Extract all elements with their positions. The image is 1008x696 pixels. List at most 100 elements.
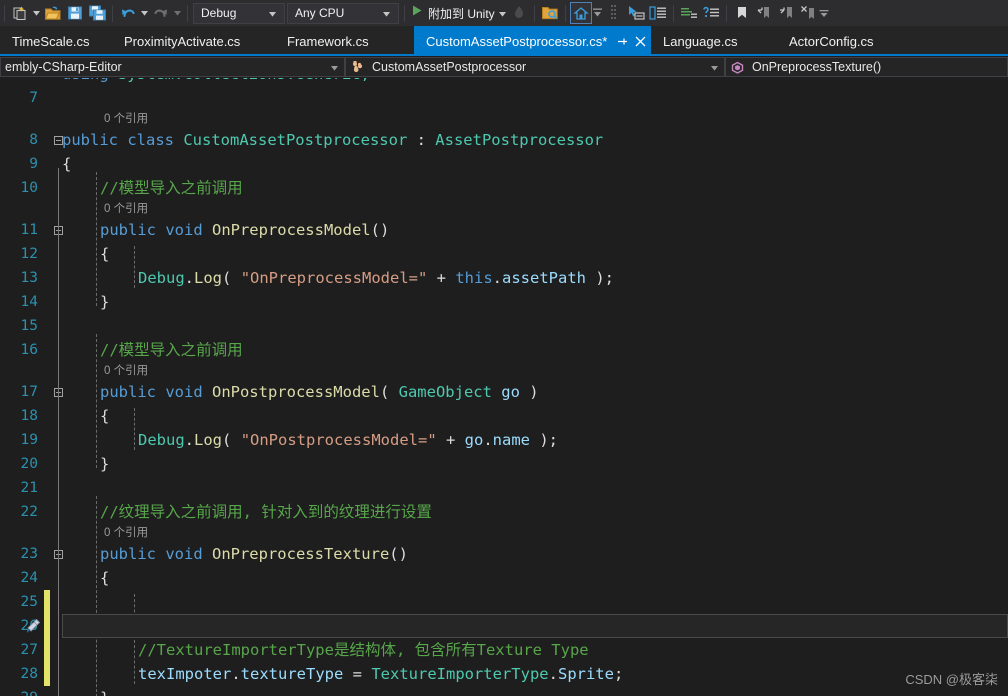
bookmark-glyph-icon[interactable] bbox=[25, 618, 41, 634]
code-line[interactable]: 25 bbox=[0, 590, 1008, 614]
attach-to-unity-button[interactable]: 附加到 Unity bbox=[409, 2, 508, 24]
line-number: 19 bbox=[20, 432, 38, 448]
tab-label: TimeScale.cs bbox=[12, 33, 90, 49]
class-icon bbox=[351, 60, 364, 74]
chevron-down-icon[interactable] bbox=[705, 60, 724, 74]
hot-reload-icon[interactable] bbox=[508, 2, 530, 24]
code-lens-reference[interactable]: 0 个引用 bbox=[0, 200, 1008, 218]
code-line[interactable]: 27 //TextureImporterType是结构体, 包含所有Texture… bbox=[0, 638, 1008, 662]
code-lens-reference[interactable]: 0 个引用 bbox=[0, 362, 1008, 380]
solution-explorer-dropdown-icon[interactable] bbox=[592, 2, 603, 24]
code-text: { bbox=[62, 155, 72, 173]
navbar-project-select[interactable]: embly-CSharp-Editor bbox=[0, 57, 345, 77]
drag-handle-icon[interactable] bbox=[603, 2, 625, 24]
code-line[interactable]: 22 //纹理导入之前调用, 针对入到的纹理进行设置 bbox=[0, 500, 1008, 524]
tab-label: ActorConfig.cs bbox=[789, 33, 874, 49]
code-lens-reference[interactable]: 0 个引用 bbox=[0, 524, 1008, 542]
chevron-down-icon[interactable] bbox=[373, 6, 396, 20]
code-lens-label: 0 个引用 bbox=[104, 113, 149, 125]
prev-bookmark-icon[interactable] bbox=[753, 2, 775, 24]
editor-tab[interactable]: Framework.cs bbox=[275, 26, 414, 56]
code-line[interactable]: 17 public void OnPostprocessModel( GameOb… bbox=[0, 380, 1008, 404]
build-platform-select[interactable]: Any CPU bbox=[287, 2, 399, 24]
find-in-files-icon[interactable] bbox=[539, 2, 561, 24]
code-text: texImpoter.textureType = TextureImporter… bbox=[138, 665, 624, 683]
chevron-down-icon[interactable] bbox=[498, 4, 506, 22]
redo-dropdown-icon[interactable] bbox=[172, 2, 183, 24]
pin-tab-icon[interactable] bbox=[617, 36, 628, 47]
indent-guide bbox=[96, 334, 97, 468]
toolbar-separator bbox=[404, 4, 405, 22]
line-number: 25 bbox=[20, 594, 38, 610]
navbar-project-value: embly-CSharp-Editor bbox=[5, 60, 122, 74]
code-text: public class CustomAssetPostprocessor : … bbox=[62, 131, 604, 149]
code-text: //纹理导入之前调用, 针对入到的纹理进行设置 bbox=[100, 503, 432, 521]
chevron-down-icon[interactable] bbox=[259, 6, 282, 20]
code-text: { bbox=[100, 245, 110, 263]
navbar-member-select[interactable]: OnPreprocessTexture() bbox=[725, 57, 1008, 77]
indent-guide bbox=[134, 246, 135, 288]
code-line[interactable]: 23 public void OnPreprocessTexture() bbox=[0, 542, 1008, 566]
tab-label: Framework.cs bbox=[287, 33, 369, 49]
new-item-dropdown-icon[interactable] bbox=[31, 2, 42, 24]
unsaved-change-bar bbox=[44, 590, 50, 686]
save-all-icon[interactable] bbox=[86, 2, 108, 24]
uncomment-icon[interactable] bbox=[700, 2, 722, 24]
clear-bookmarks-icon[interactable] bbox=[797, 2, 819, 24]
undo-icon[interactable] bbox=[117, 2, 139, 24]
code-text: public void OnPreprocessModel() bbox=[100, 221, 390, 239]
line-number: 23 bbox=[20, 546, 38, 562]
code-line[interactable]: 29} bbox=[0, 686, 1008, 696]
code-line[interactable]: 13 Debug.Log( "OnPreprocessModel=" + this… bbox=[0, 266, 1008, 290]
code-line[interactable]: 11 public void OnPreprocessModel() bbox=[0, 218, 1008, 242]
undo-dropdown-icon[interactable] bbox=[139, 2, 150, 24]
code-line[interactable]: 18 { bbox=[0, 404, 1008, 428]
code-line[interactable]: 20} bbox=[0, 452, 1008, 476]
navbar-type-select[interactable]: CustomAssetPostprocessor bbox=[345, 57, 725, 77]
open-file-icon[interactable] bbox=[42, 2, 64, 24]
pointer-icon[interactable] bbox=[625, 2, 647, 24]
next-bookmark-icon[interactable] bbox=[775, 2, 797, 24]
code-line[interactable]: 10 //模型导入之前调用 bbox=[0, 176, 1008, 200]
code-line[interactable]: 16 //模型导入之前调用 bbox=[0, 338, 1008, 362]
editor-tab[interactable]: Language.cs bbox=[651, 26, 777, 56]
code-line[interactable]: 21 bbox=[0, 476, 1008, 500]
code-text: Debug.Log( "OnPreprocessModel=" + this.a… bbox=[138, 269, 614, 287]
close-tab-icon[interactable] bbox=[635, 36, 646, 47]
code-editor[interactable]: 6 using System.Collections.Generic; 7 0 个引用… bbox=[0, 78, 1008, 696]
editor-tab[interactable]: ProximityActivate.cs bbox=[112, 26, 275, 56]
indent-guide bbox=[96, 172, 97, 306]
code-line[interactable]: 24 { bbox=[0, 566, 1008, 590]
indent-guide bbox=[134, 594, 135, 684]
play-icon bbox=[411, 4, 423, 22]
code-text: { bbox=[100, 407, 110, 425]
code-line[interactable]: 8 public class CustomAssetPostprocessor :… bbox=[0, 128, 1008, 152]
build-configuration-select[interactable]: Debug bbox=[193, 2, 285, 24]
line-number: 7 bbox=[29, 90, 38, 106]
code-line[interactable]: 14} bbox=[0, 290, 1008, 314]
bookmark-icon[interactable] bbox=[731, 2, 753, 24]
redo-icon[interactable] bbox=[150, 2, 172, 24]
code-lens-reference[interactable]: 0 个引用 bbox=[0, 110, 1008, 128]
comment-icon[interactable] bbox=[678, 2, 700, 24]
window-layout-icon[interactable] bbox=[647, 2, 669, 24]
new-item-icon[interactable] bbox=[9, 2, 31, 24]
line-number: 9 bbox=[29, 156, 38, 172]
solution-explorer-icon[interactable] bbox=[569, 2, 592, 24]
code-line[interactable]: 19 Debug.Log( "OnPostprocessModel=" + go.… bbox=[0, 428, 1008, 452]
code-line[interactable]: 6 using System.Collections.Generic; bbox=[0, 78, 1008, 86]
code-line[interactable]: 28 texImpoter.textureType = TextureImport… bbox=[0, 662, 1008, 686]
editor-tab[interactable]: ActorConfig.cs bbox=[777, 26, 910, 56]
chevron-down-icon[interactable] bbox=[325, 60, 344, 74]
toolbar-separator bbox=[112, 4, 113, 22]
code-line[interactable]: 7 bbox=[0, 86, 1008, 110]
code-line[interactable]: 9{ bbox=[0, 152, 1008, 176]
editor-tab[interactable]: TimeScale.cs bbox=[0, 26, 112, 56]
code-line[interactable]: 15 bbox=[0, 314, 1008, 338]
code-line[interactable]: 12 { bbox=[0, 242, 1008, 266]
toolbar-separator bbox=[725, 4, 727, 22]
save-icon[interactable] bbox=[64, 2, 86, 24]
editor-tab-active[interactable]: CustomAssetPostprocessor.cs* bbox=[414, 26, 651, 56]
toolbar-separator bbox=[187, 4, 188, 22]
toolbar-overflow-icon[interactable] bbox=[819, 2, 830, 24]
